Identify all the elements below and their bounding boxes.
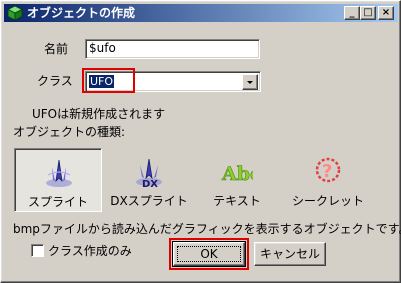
maximize-button[interactable]: □: [360, 6, 376, 20]
window-title: オブジェクトの作成: [27, 6, 136, 20]
object-type-secret[interactable]: ? シークレット: [284, 148, 372, 212]
object-type-label: DXスプライト: [110, 194, 188, 208]
class-only-checkbox[interactable]: [31, 244, 44, 257]
svg-text:Abc: Abc: [221, 163, 253, 185]
class-only-label[interactable]: クラス作成のみ: [48, 242, 132, 259]
class-combobox[interactable]: UFO: [85, 71, 261, 92]
minimize-icon: _: [349, 7, 355, 18]
class-value: UFO: [87, 74, 116, 89]
object-type-dx-sprite[interactable]: DX DXスプライト: [105, 148, 193, 212]
svg-text:DX: DX: [142, 179, 158, 188]
object-type-label: スプライト: [27, 195, 88, 209]
object-type-label: テキスト: [213, 194, 261, 208]
dx-sprite-icon: DX: [136, 158, 162, 188]
object-type-text[interactable]: Abc テキスト: [193, 148, 281, 212]
cancel-label: キャンセル: [259, 247, 320, 261]
close-button[interactable]: ×: [378, 6, 394, 20]
maximize-icon: □: [363, 7, 373, 18]
object-type-heading: オブジェクトの種類:: [13, 125, 126, 139]
focus-indicator: [177, 246, 241, 262]
class-note: UFOは新規作成されます: [32, 107, 166, 121]
cancel-button[interactable]: キャンセル: [254, 242, 326, 266]
name-input[interactable]: $ufo: [85, 39, 260, 59]
object-type-sprite[interactable]: スプライト: [14, 148, 102, 212]
chevron-down-icon[interactable]: [242, 74, 258, 90]
app-cube-icon: [7, 5, 23, 21]
name-label: 名前: [44, 42, 69, 56]
object-description: bmpファイルから読み込んだグラフィックを表示するオブジェクトです。: [13, 222, 401, 236]
close-icon: ×: [381, 7, 391, 18]
ok-button[interactable]: OK: [172, 241, 246, 267]
sprite-icon: [46, 159, 72, 187]
create-object-dialog: オブジェクトの作成 _ □ × 名前 $ufo クラス UFO UFOは新規作成…: [0, 0, 401, 283]
minimize-button[interactable]: _: [344, 6, 360, 20]
class-label: クラス: [37, 74, 73, 88]
object-type-label: シークレット: [291, 194, 364, 208]
secret-icon: ?: [315, 157, 341, 183]
text-icon: Abc: [221, 163, 253, 186]
title-bar[interactable]: オブジェクトの作成 _ □ ×: [4, 4, 398, 22]
svg-text:?: ?: [322, 161, 332, 182]
